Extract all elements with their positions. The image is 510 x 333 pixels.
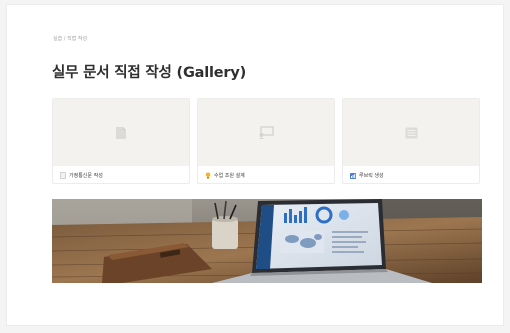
card-cover <box>53 99 189 166</box>
card-cover <box>343 99 479 166</box>
chart-icon <box>350 172 356 179</box>
page-icon <box>60 172 66 179</box>
document-icon <box>115 126 127 140</box>
card-label: 가정통신문 작성 <box>69 173 103 179</box>
gallery-card-newsletter[interactable]: 가정통신문 작성 <box>52 98 190 184</box>
card-label: 루브릭 생성 <box>359 173 384 179</box>
breadcrumb[interactable]: 실습 / 직접 작성 <box>53 35 87 42</box>
card-footer: 루브릭 생성 <box>343 166 479 183</box>
list-icon <box>405 127 418 139</box>
gallery-card-rubric[interactable]: 루브릭 생성 <box>342 98 480 184</box>
card-cover <box>198 99 334 166</box>
gallery-card-lesson[interactable]: 수업 조원 설계 <box>197 98 335 184</box>
lightbulb-icon <box>205 172 211 179</box>
presentation-icon <box>258 126 274 139</box>
card-footer: 가정통신문 작성 <box>53 166 189 183</box>
card-footer: 수업 조원 설계 <box>198 166 334 183</box>
card-label: 수업 조원 설계 <box>214 173 245 179</box>
page: 실습 / 직접 작성 실무 문서 직접 작성 (Gallery) 가정통신문 작… <box>6 4 504 326</box>
page-title: 실무 문서 직접 작성 (Gallery) <box>52 65 247 81</box>
laptop-desk-photo <box>52 199 482 283</box>
